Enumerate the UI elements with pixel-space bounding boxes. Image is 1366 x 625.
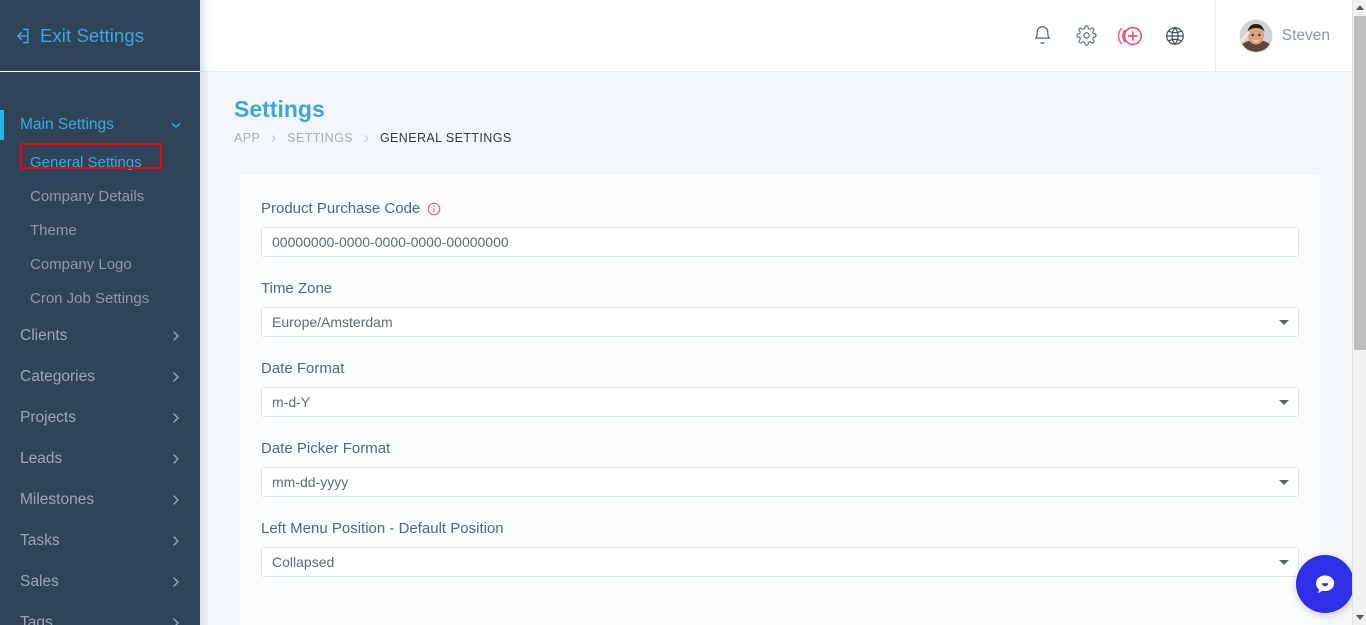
date-format-value: m-d-Y — [272, 394, 311, 410]
main-content: Settings APP SETTINGS GENERAL SETTINGS P… — [200, 72, 1352, 625]
sidebar-item-cron-job-settings[interactable]: Cron Job Settings — [0, 281, 200, 315]
chevron-right-icon — [170, 494, 182, 506]
sidebar-item-label: Projects — [20, 408, 76, 426]
field-date-format: Date Format m-d-Y — [261, 360, 1299, 417]
sidebar-item-company-details[interactable]: Company Details — [0, 179, 200, 213]
date-picker-format-select[interactable]: mm-dd-yyyy — [261, 467, 1299, 497]
exit-icon — [12, 26, 32, 46]
user-name: Steven — [1281, 26, 1330, 44]
sidebar-item-label: Sales — [20, 572, 59, 590]
general-settings-form: Product Purchase Code 00000000-0000-0000… — [238, 173, 1322, 625]
chevron-right-icon — [170, 412, 182, 424]
sidebar-item-company-logo[interactable]: Company Logo — [0, 247, 200, 281]
field-label: Date Format — [261, 360, 1299, 377]
settings-page: Exit Settings Main Settings General Sett… — [0, 0, 1366, 625]
left-menu-position-select[interactable]: Collapsed — [261, 547, 1299, 577]
field-label: Time Zone — [261, 280, 1299, 297]
chevron-down-icon — [1279, 320, 1289, 325]
exit-settings-button[interactable]: Exit Settings — [12, 25, 144, 47]
sidebar-item-leads[interactable]: Leads — [0, 438, 200, 479]
sidebar-item-clients[interactable]: Clients — [0, 315, 200, 356]
breadcrumb-item-app[interactable]: APP — [234, 131, 260, 145]
chevron-right-icon — [170, 617, 182, 625]
chevron-right-icon — [362, 134, 371, 143]
sidebar-item-categories[interactable]: Categories — [0, 356, 200, 397]
date-picker-format-value: mm-dd-yyyy — [272, 474, 349, 490]
field-label-text: Time Zone — [261, 280, 333, 297]
avatar — [1239, 19, 1272, 52]
chevron-down-icon — [170, 119, 182, 131]
field-label-text: Left Menu Position - Default Position — [261, 520, 504, 537]
left-menu-position-value: Collapsed — [272, 554, 335, 570]
chevron-right-icon — [269, 134, 278, 143]
date-format-select[interactable]: m-d-Y — [261, 387, 1299, 417]
chevron-down-icon — [1279, 400, 1289, 405]
sidebar-subitem-label: Company Logo — [30, 255, 132, 273]
breadcrumb-item-general-settings: GENERAL SETTINGS — [379, 131, 512, 145]
page-scrollbar[interactable] — [1352, 0, 1366, 625]
time-zone-value: Europe/Amsterdam — [272, 314, 393, 330]
field-label-text: Product Purchase Code — [261, 200, 421, 217]
chat-bubble-icon — [1316, 575, 1335, 594]
sidebar-item-sales[interactable]: Sales — [0, 561, 200, 602]
scrollbar-thumb[interactable] — [1354, 16, 1366, 350]
field-label: Left Menu Position - Default Position — [261, 520, 1299, 537]
sidebar-subitem-label: Company Details — [30, 187, 145, 205]
top-header: Steven — [200, 0, 1352, 72]
sidebar-item-label: Main Settings — [20, 115, 114, 133]
chevron-right-icon — [170, 576, 182, 588]
chevron-right-icon — [170, 330, 182, 342]
sidebar: Exit Settings Main Settings General Sett… — [0, 0, 200, 625]
sidebar-item-label: Leads — [20, 449, 63, 467]
sidebar-item-tags[interactable]: Tags — [0, 602, 200, 625]
sidebar-item-label: Tags — [20, 613, 53, 625]
sidebar-item-main-settings[interactable]: Main Settings — [0, 104, 200, 145]
sidebar-item-label: Milestones — [20, 490, 95, 508]
sidebar-item-general-settings[interactable]: General Settings — [0, 145, 200, 179]
sidebar-item-tasks[interactable]: Tasks — [0, 520, 200, 561]
chevron-down-icon — [1279, 480, 1289, 485]
field-label: Product Purchase Code — [261, 200, 1299, 217]
chevron-right-icon — [170, 535, 182, 547]
chevron-right-icon — [170, 371, 182, 383]
product-purchase-code-input[interactable]: 00000000-0000-0000-0000-00000000 — [261, 227, 1299, 257]
field-date-picker-format: Date Picker Format mm-dd-yyyy — [261, 440, 1299, 497]
sidebar-item-milestones[interactable]: Milestones — [0, 479, 200, 520]
field-label-text: Date Picker Format — [261, 440, 391, 457]
field-label: Date Picker Format — [261, 440, 1299, 457]
globe-icon[interactable] — [1153, 14, 1197, 58]
breadcrumb-item-settings[interactable]: SETTINGS — [287, 131, 353, 145]
sidebar-item-label: Categories — [20, 367, 95, 385]
scroll-up-arrow-icon[interactable] — [1353, 0, 1366, 15]
add-circle-icon[interactable] — [1109, 14, 1153, 58]
field-label-text: Date Format — [261, 360, 345, 377]
info-icon[interactable] — [427, 202, 441, 216]
sidebar-item-label: Tasks — [20, 531, 60, 549]
field-time-zone: Time Zone Europe/Amsterdam — [261, 280, 1299, 337]
chevron-right-icon — [170, 453, 182, 465]
field-product-purchase-code: Product Purchase Code 00000000-0000-0000… — [261, 200, 1299, 257]
sidebar-subitem-label: Cron Job Settings — [30, 289, 150, 307]
gear-icon[interactable] — [1065, 14, 1109, 58]
field-left-menu-position: Left Menu Position - Default Position Co… — [261, 520, 1299, 577]
sidebar-nav: Main Settings General Settings Company D… — [0, 72, 200, 625]
scroll-down-arrow-icon[interactable] — [1353, 610, 1366, 625]
chat-widget-button[interactable] — [1296, 555, 1354, 613]
chevron-down-icon — [1279, 560, 1289, 565]
time-zone-select[interactable]: Europe/Amsterdam — [261, 307, 1299, 337]
user-menu[interactable]: Steven — [1214, 0, 1352, 72]
exit-settings-label: Exit Settings — [40, 24, 145, 46]
sidebar-item-theme[interactable]: Theme — [0, 213, 200, 247]
sidebar-header: Exit Settings — [0, 0, 200, 72]
breadcrumb: APP SETTINGS GENERAL SETTINGS — [234, 131, 512, 145]
bell-icon[interactable] — [1021, 14, 1065, 58]
sidebar-item-label: Clients — [20, 326, 68, 344]
sidebar-item-projects[interactable]: Projects — [0, 397, 200, 438]
sidebar-subitem-label: General Settings — [30, 153, 142, 171]
sidebar-subitem-label: Theme — [30, 221, 77, 239]
page-title: Settings — [234, 96, 325, 122]
